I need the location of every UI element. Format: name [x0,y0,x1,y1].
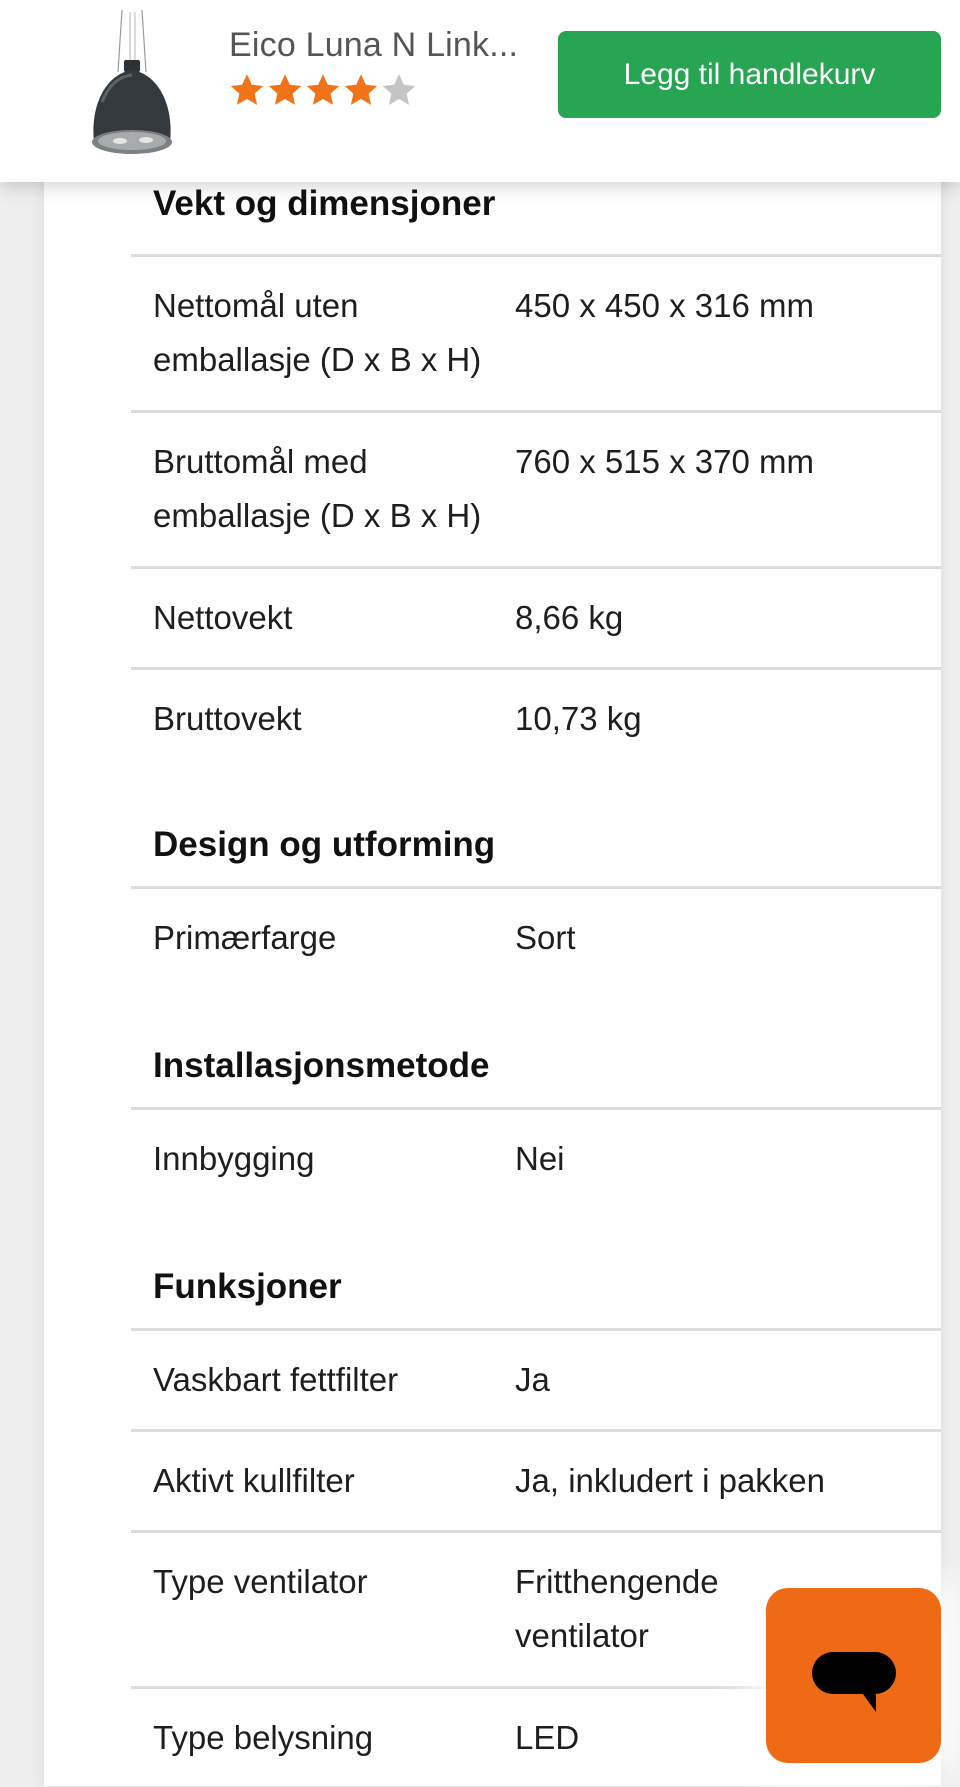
section-heading: Design og utforming [131,768,941,886]
spec-value: Ja [515,1361,550,1398]
spec-label: Bruttomål med emballasje (D x B x H) [153,443,482,534]
specifications-list: Vekt og dimensjoner Nettomål uten emball… [131,168,941,1787]
spec-label: Type belysning [153,1719,374,1756]
rating-stars[interactable] [229,72,417,108]
star-filled-icon [306,74,340,105]
spec-value: Sort [515,919,576,956]
spec-value: Nei [515,1140,565,1177]
spec-row: Bruttovekt 10,73 kg [131,667,941,768]
spec-value: Fritthengende ventilator [515,1563,719,1654]
spec-label: Bruttovekt [153,700,302,737]
spec-label: Type ventilator [153,1563,368,1600]
specs-card: Vekt og dimensjoner Nettomål uten emball… [44,0,941,1786]
spec-row: Innbygging Nei [131,1107,941,1208]
product-title[interactable]: Eico Luna N Link... [229,26,529,65]
star-filled-icon [268,74,302,105]
pendant-cooker-hood-icon[interactable] [72,9,192,160]
section-title: Installasjonsmetode [153,1046,490,1085]
spec-label: Innbygging [153,1140,315,1177]
section-title: Design og utforming [153,825,496,864]
add-to-cart-button[interactable]: Legg til handlekurv [558,31,941,118]
spec-value: Ja, inkludert i pakken [515,1462,826,1499]
spec-row: Bruttomål med emballasje (D x B x H) 760… [131,410,941,566]
chat-button[interactable] [766,1588,941,1763]
spec-label: Aktivt kullfilter [153,1462,355,1499]
sticky-product-bar: Eico Luna N Link... Legg til handlekurv [0,0,960,182]
spec-row: Primærfarge Sort [131,886,941,987]
star-empty-icon [382,74,416,105]
spec-row: Nettovekt 8,66 kg [131,566,941,667]
spec-row: Vaskbart fettfilter Ja [131,1328,941,1429]
chat-bubble-icon [812,1652,896,1712]
section-title: Funksjoner [153,1267,342,1306]
star-filled-icon [344,74,378,105]
section-title: Vekt og dimensjoner [153,184,496,223]
spec-label: Nettomål uten emballasje (D x B x H) [153,287,482,378]
spec-row: Nettomål uten emballasje (D x B x H) 450… [131,254,941,410]
spec-value: 450 x 450 x 316 mm [515,287,814,324]
section-heading: Funksjoner [131,1208,941,1328]
spec-value: 8,66 kg [515,599,624,636]
spec-value: 760 x 515 x 370 mm [515,443,814,480]
spec-label: Primærfarge [153,919,337,956]
spec-row: Aktivt kullfilter Ja, inkludert i pakken [131,1429,941,1530]
spec-label: Nettovekt [153,599,293,636]
star-filled-icon [230,74,264,105]
spec-label: Vaskbart fettfilter [153,1361,399,1398]
section-heading: Installasjonsmetode [131,987,941,1107]
spec-value: 10,73 kg [515,700,642,737]
